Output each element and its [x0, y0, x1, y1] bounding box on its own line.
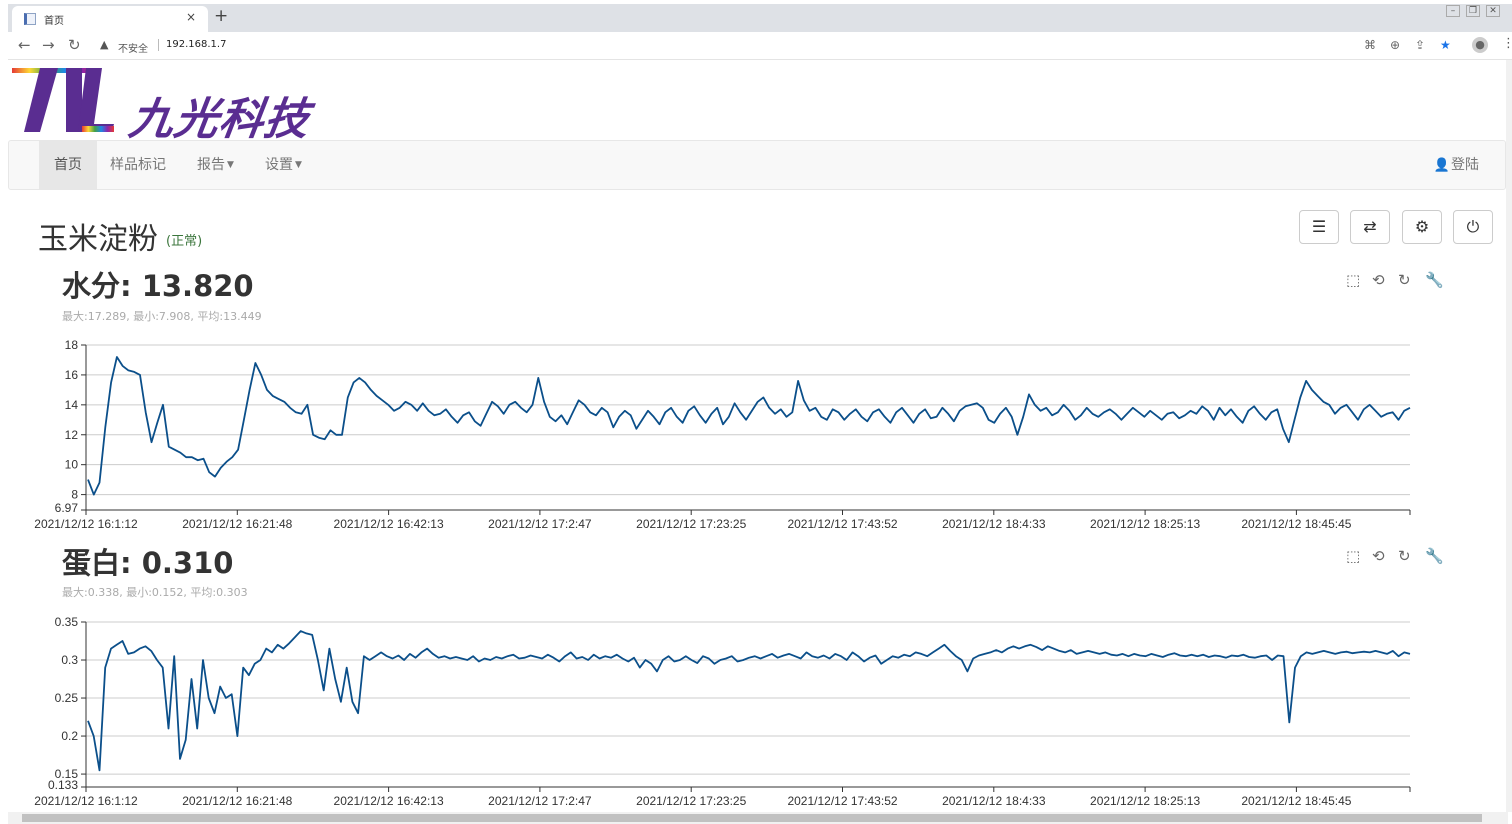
- zoom-select-icon[interactable]: ⬚: [1346, 547, 1360, 565]
- x-tick-label: 2021/12/12 16:21:48: [182, 517, 292, 531]
- x-tick-label: 2021/12/12 18:25:13: [1090, 794, 1200, 808]
- nav-item-label: 设置: [265, 157, 293, 173]
- y-tick-label: 0.2: [61, 729, 78, 743]
- y-tick-label: 0.133: [48, 778, 78, 792]
- x-tick-label: 2021/12/12 18:4:33: [942, 517, 1046, 531]
- moisture-stats: 最大:17.289, 最小:7.908, 平均:13.449: [62, 310, 262, 323]
- reload-icon[interactable]: ↻: [68, 36, 81, 54]
- y-tick-label: 18: [65, 338, 79, 352]
- x-tick-label: 2021/12/12 18:45:45: [1241, 517, 1351, 531]
- new-tab-button[interactable]: +: [214, 6, 228, 26]
- page-favicon-icon: [24, 13, 36, 25]
- protein-chart: 0.350.30.250.20.150.1332021/12/12 16:1:1…: [34, 615, 1411, 808]
- x-tick-label: 2021/12/12 18:4:33: [942, 794, 1046, 808]
- vertical-scrollbar[interactable]: [1506, 60, 1512, 812]
- y-tick-label: 0.3: [61, 653, 78, 667]
- settings-button[interactable]: ⚙: [1402, 210, 1442, 244]
- browser-tab[interactable]: 首页 ×: [12, 6, 208, 32]
- y-tick-label: 10: [65, 458, 79, 472]
- browser-menu-icon[interactable]: ⋮: [1502, 36, 1512, 51]
- list-icon: ☰: [1311, 217, 1327, 236]
- back-icon[interactable]: ←: [18, 36, 31, 54]
- browser-tab-strip: 首页 × + – ❐ ✕: [8, 4, 1512, 32]
- company-name: 九光科技: [125, 94, 313, 145]
- moisture-title: 水分: 13.820: [62, 269, 254, 303]
- profile-avatar-icon[interactable]: ●: [1472, 37, 1488, 53]
- login-label: 登陆: [1451, 157, 1479, 173]
- wrench-icon[interactable]: 🔧: [1425, 547, 1444, 565]
- nav-item-settings[interactable]: 设置 ▼: [250, 141, 317, 189]
- caret-down-icon: ▼: [227, 160, 234, 170]
- series-line[interactable]: [87, 630, 1411, 772]
- zoom-icon[interactable]: ⊕: [1390, 38, 1400, 52]
- insecure-label[interactable]: 不安全: [118, 40, 148, 55]
- tab-title: 首页: [44, 16, 64, 27]
- protein-stats: 最大:0.338, 最小:0.152, 平均:0.303: [62, 586, 248, 599]
- y-tick-label: 14: [65, 398, 79, 412]
- x-tick-label: 2021/12/12 17:2:47: [488, 794, 592, 808]
- warning-icon[interactable]: ▲: [100, 38, 108, 51]
- y-tick-label: 0.35: [55, 615, 79, 629]
- nav-item-sample-mark[interactable]: 样品标记: [95, 141, 181, 189]
- caret-down-icon: ▼: [295, 160, 302, 170]
- tab-close-icon[interactable]: ×: [186, 10, 196, 24]
- y-tick-label: 0.25: [55, 691, 79, 705]
- nav-item-label: 样品标记: [110, 157, 166, 173]
- nav-item-label: 首页: [54, 157, 82, 173]
- x-tick-label: 2021/12/12 17:23:25: [636, 517, 746, 531]
- bookmark-star-icon[interactable]: ★: [1440, 38, 1451, 52]
- share-icon[interactable]: ⇪: [1415, 38, 1425, 52]
- zoom-reset-icon[interactable]: ⟲: [1372, 271, 1385, 289]
- power-icon: ⏻: [1466, 217, 1480, 236]
- restore-chart-icon[interactable]: ↻: [1398, 271, 1411, 289]
- x-tick-label: 2021/12/12 18:25:13: [1090, 517, 1200, 531]
- main-navbar: 首页 样品标记 报告 ▼ 设置 ▼ 👤登陆: [8, 140, 1506, 190]
- zoom-select-icon[interactable]: ⬚: [1346, 271, 1360, 289]
- sample-name: 玉米淀粉: [38, 222, 158, 257]
- zoom-reset-icon[interactable]: ⟲: [1372, 547, 1385, 565]
- address-separator: [158, 39, 159, 51]
- swap-icon: ⇄: [1363, 217, 1377, 236]
- url-field[interactable]: 192.168.1.7: [166, 39, 226, 50]
- y-tick-label: 8: [71, 488, 78, 502]
- login-link[interactable]: 👤登陆: [1434, 141, 1479, 189]
- minimize-icon[interactable]: –: [1446, 5, 1460, 17]
- series-line[interactable]: [87, 356, 1411, 496]
- list-button[interactable]: ☰: [1299, 210, 1339, 244]
- x-tick-label: 2021/12/12 17:23:25: [636, 794, 746, 808]
- x-tick-label: 2021/12/12 17:43:52: [787, 794, 897, 808]
- translate-icon[interactable]: ⌘: [1364, 38, 1376, 52]
- protein-title: 蛋白: 0.310: [62, 546, 234, 580]
- x-tick-label: 2021/12/12 16:42:13: [334, 517, 444, 531]
- horizontal-scrollbar[interactable]: [8, 812, 1508, 824]
- x-tick-label: 2021/12/12 16:42:13: [334, 794, 444, 808]
- nav-item-label: 报告: [197, 157, 225, 173]
- x-tick-label: 2021/12/12 17:2:47: [488, 517, 592, 531]
- x-tick-label: 2021/12/12 17:43:52: [787, 517, 897, 531]
- nav-item-home[interactable]: 首页: [39, 141, 97, 189]
- power-button[interactable]: ⏻: [1453, 210, 1493, 244]
- y-tick-label: 6.97: [55, 501, 79, 515]
- forward-icon[interactable]: →: [42, 36, 55, 54]
- y-tick-label: 12: [65, 428, 79, 442]
- wrench-icon[interactable]: 🔧: [1425, 271, 1444, 289]
- y-tick-label: 16: [65, 368, 79, 382]
- gear-icon: ⚙: [1414, 217, 1430, 236]
- x-tick-label: 2021/12/12 16:21:48: [182, 794, 292, 808]
- restore-icon[interactable]: ❐: [1466, 5, 1480, 17]
- sample-status: (正常): [166, 234, 203, 249]
- scrollbar-thumb[interactable]: [22, 814, 1482, 822]
- swap-button[interactable]: ⇄: [1350, 210, 1390, 244]
- nav-item-reports[interactable]: 报告 ▼: [182, 141, 249, 189]
- x-tick-label: 2021/12/12 16:1:12: [34, 517, 138, 531]
- x-tick-label: 2021/12/12 18:45:45: [1241, 794, 1351, 808]
- restore-chart-icon[interactable]: ↻: [1398, 547, 1411, 565]
- user-icon: 👤: [1433, 158, 1450, 173]
- address-bar: ← → ↻ ▲ 不安全 192.168.1.7 ⌘ ⊕ ⇪ ★ ● ⋮: [8, 32, 1512, 60]
- x-tick-label: 2021/12/12 16:1:12: [34, 794, 138, 808]
- close-window-icon[interactable]: ✕: [1486, 5, 1500, 17]
- moisture-chart: 18 16 14 12 10 86.97 2021/12/12 16:1:12 2021/12…: [34, 338, 1411, 531]
